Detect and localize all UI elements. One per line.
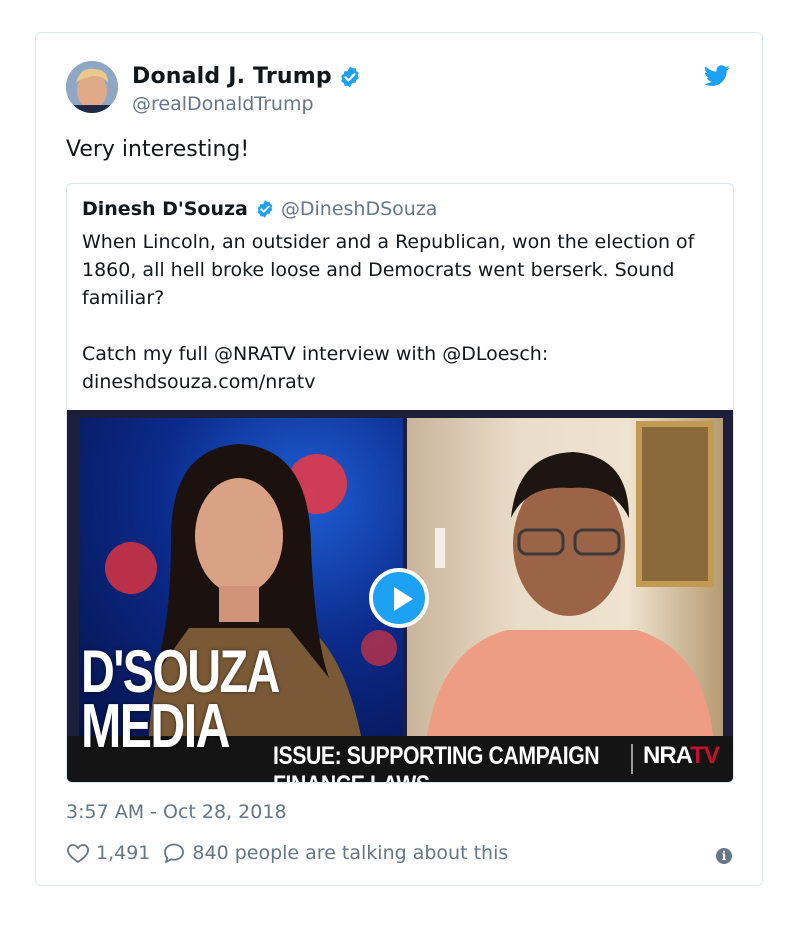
quoted-display-name: Dinesh D'Souza (82, 198, 248, 220)
network-prefix: NRA (643, 742, 691, 769)
network-suffix: TV (690, 742, 720, 769)
avatar[interactable] (66, 61, 118, 113)
lower-third-text: ISSUE: SUPPORTING CAMPAIGN FINANCE LAWS (273, 742, 600, 782)
author-display-name[interactable]: Donald J. Trump (132, 64, 332, 89)
conversation-count[interactable]: 840 people are talking about this (192, 842, 508, 864)
lower-third-divider (631, 744, 633, 774)
speech-bubble-icon[interactable] (162, 841, 186, 865)
quoted-tweet[interactable]: Dinesh D'Souza @DineshDSouza When Lincol… (66, 183, 734, 783)
quoted-text: When Lincoln, an outsider and a Republic… (82, 231, 695, 393)
twitter-bird-icon[interactable] (704, 65, 730, 87)
tweet-timestamp[interactable]: 3:57 AM - Oct 28, 2018 (66, 801, 287, 823)
verified-badge-icon (341, 66, 359, 87)
video-player[interactable]: D'SOUZA MEDIA ISSUE: SUPPORTING CAMPAIGN… (67, 410, 733, 782)
verified-badge-icon (257, 200, 273, 218)
video-right-panel (407, 418, 723, 736)
guest-figure (427, 421, 714, 736)
heart-icon[interactable] (66, 841, 90, 865)
network-logo: NRATV (643, 742, 720, 770)
quoted-handle: @DineshDSouza (280, 198, 438, 220)
tweet-text: Very interesting! (66, 137, 250, 162)
info-icon[interactable]: i (716, 848, 732, 864)
quoted-author-row: Dinesh D'Souza @DineshDSouza (82, 198, 437, 220)
watermark-line-2: MEDIA (81, 692, 231, 761)
tweet-card: Donald J. Trump @realDonaldTrump Very in… (35, 32, 763, 886)
avatar-image (66, 61, 118, 113)
tweet-actions: 1,491 840 people are talking about this (66, 841, 508, 865)
author-name-row[interactable]: Donald J. Trump (132, 64, 362, 89)
author-handle[interactable]: @realDonaldTrump (132, 93, 314, 115)
like-count[interactable]: 1,491 (96, 842, 150, 864)
play-icon[interactable] (369, 568, 429, 628)
